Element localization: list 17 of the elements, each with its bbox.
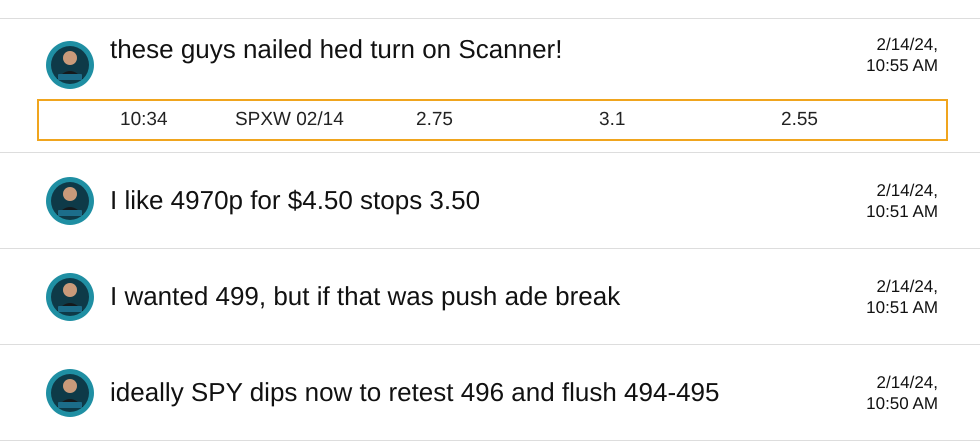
message-text: I like 4970p for $4.50 stops 3.50 [110, 185, 482, 216]
table-cell-text: SPXW 02/14 [235, 109, 345, 131]
avatar-icon [46, 272, 94, 320]
timestamp: 2/14/24, 10:50 AM [866, 372, 938, 414]
avatar-icon [46, 368, 94, 416]
table-cell-text: 10:34 [120, 109, 169, 131]
timestamp: 2/14/24, 10:55 AM [866, 34, 938, 76]
message-text: ideally SPY dips now to retest 496 and flush 494-495 [110, 377, 720, 408]
message-text: these guys nailed hed turn on Scanner! [110, 34, 564, 65]
timestamp: 2/14/24, 10:51 AM [866, 180, 938, 222]
avatar-icon [46, 176, 94, 224]
avatar-icon [46, 41, 94, 89]
table-cell-text: 3.1 [599, 109, 626, 131]
table-cell-text: 2.55 [781, 109, 819, 131]
timestamp: 2/14/24, 10:51 AM [866, 276, 938, 318]
message-text: I wanted 499, but if that was push ade break [110, 281, 622, 312]
table-cell-text: 2.75 [416, 109, 454, 131]
